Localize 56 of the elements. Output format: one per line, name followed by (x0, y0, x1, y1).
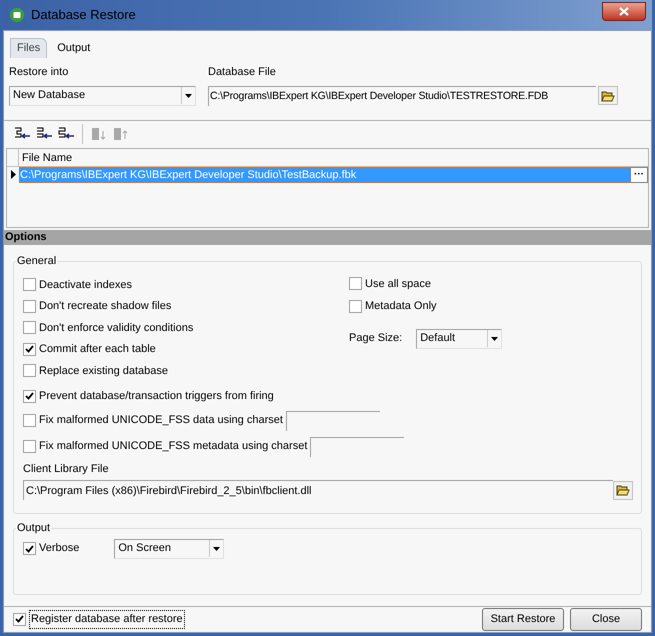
checkbox[interactable] (23, 364, 36, 378)
page-size-dropdown[interactable]: Default (416, 328, 502, 348)
checkbox-label: Metadata Only (365, 299, 437, 314)
folder-icon (601, 90, 615, 102)
checkbox-label: Don't enforce validity conditions (39, 320, 194, 336)
close-dialog-button[interactable]: Close (570, 608, 642, 631)
start-restore-button[interactable]: Start Restore (482, 608, 564, 631)
checkbox[interactable] (23, 300, 36, 313)
field-label: Page Size: (349, 331, 402, 346)
output-mode-dropdown[interactable]: On Screen (114, 538, 224, 558)
close-icon (619, 6, 629, 16)
app-icon (9, 7, 25, 23)
field-label: Client Library File (23, 462, 109, 476)
browse-button[interactable] (598, 86, 618, 105)
checkbox[interactable] (23, 440, 36, 453)
restore-into-dropdown[interactable]: New Database (9, 86, 196, 106)
tab[interactable]: Files (10, 38, 48, 58)
checkbox-label: Verbose (39, 541, 80, 556)
browse-ellipsis-button[interactable]: ··· (630, 166, 648, 182)
checkbox-label: Fix malformed UNICODE_FSS data using charset (39, 413, 283, 428)
checkbox[interactable] (23, 321, 36, 334)
column-header: File Name (21, 150, 72, 166)
checkbox[interactable] (23, 342, 36, 356)
checkbox-label: Replace existing database (39, 364, 168, 378)
field-label: Restore into (9, 65, 70, 80)
checkbox[interactable] (23, 414, 36, 427)
checkbox[interactable] (349, 300, 362, 313)
tab[interactable]: Output (51, 38, 96, 58)
client-library-field[interactable]: C:\Program Files (x86)\Firebird\Firebird_2_5\bin\fbclient.dll (23, 480, 613, 500)
checkbox-label: Prevent database/transaction triggers from firing (39, 389, 274, 404)
checkbox[interactable] (349, 277, 362, 290)
checkbox-label: Register database after restore (29, 610, 185, 628)
close-button[interactable] (602, 2, 646, 20)
row-pointer-icon (10, 170, 16, 179)
folder-icon (616, 484, 630, 496)
checkbox[interactable] (13, 612, 26, 626)
field-label: Database File (208, 65, 277, 80)
check-icon (15, 615, 24, 624)
checkbox-label: Commit after each table (39, 342, 156, 357)
database-file-field[interactable]: C:\Programs\IBExpert KG\IBExpert Developer Studio\TESTRESTORE.FDB (208, 86, 596, 106)
checkbox-label: Deactivate indexes (39, 278, 132, 292)
browse-button[interactable] (613, 480, 633, 500)
dropdown-arrow-icon (213, 546, 220, 550)
checkbox-label: Use all space (365, 276, 432, 292)
check-icon (25, 544, 34, 552)
checkbox[interactable] (23, 390, 36, 403)
check-icon (25, 345, 34, 354)
dropdown-arrow-icon (491, 336, 498, 340)
checkbox[interactable] (23, 278, 36, 292)
checkbox[interactable] (23, 542, 36, 555)
checkbox-label: Don't recreate shadow files (39, 299, 172, 314)
options-header: Options (4, 230, 651, 244)
dropdown-arrow-icon (185, 94, 192, 98)
window-title: Database Restore (31, 6, 137, 24)
check-icon (25, 392, 34, 400)
checkbox-label: Fix malformed UNICODE_FSS metadata using charset (39, 439, 308, 454)
